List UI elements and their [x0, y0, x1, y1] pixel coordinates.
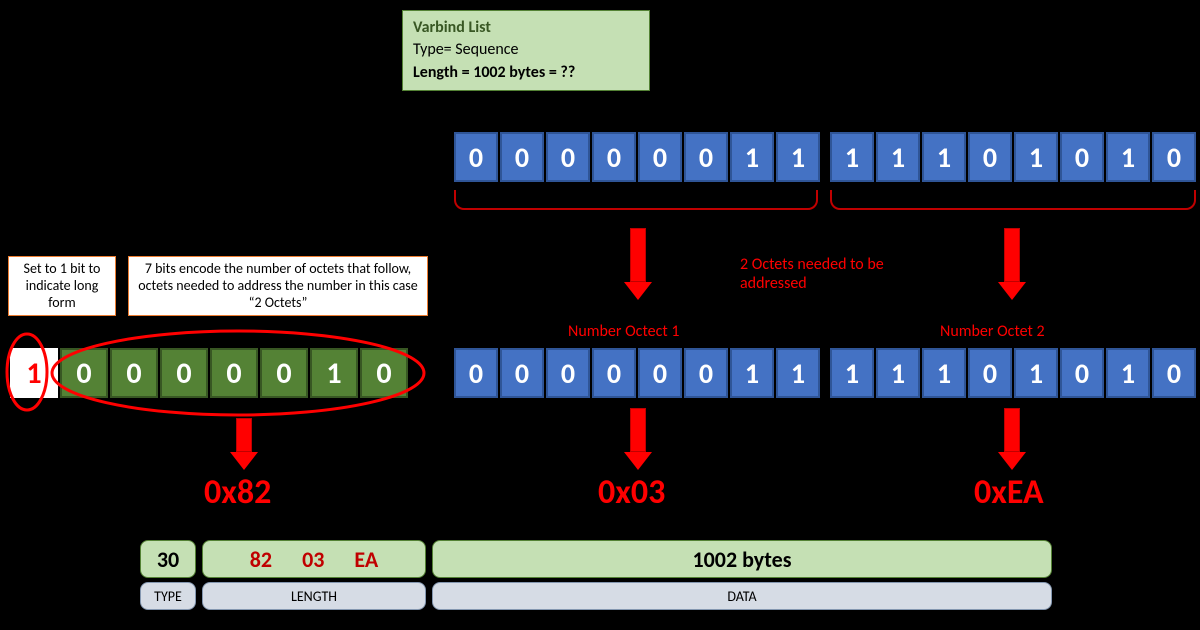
bit-cell: 1	[1106, 348, 1150, 398]
bit-cell: 1	[1014, 348, 1058, 398]
arrow-blue2-down	[1004, 408, 1020, 452]
bit-cell: 0	[1152, 132, 1196, 182]
varbind-type: Type= Sequence	[413, 39, 639, 61]
bit-cell: 0	[592, 348, 636, 398]
bit-cell: 0	[546, 348, 590, 398]
bit-cell: 0	[592, 132, 636, 182]
bit-cell: 1	[1106, 132, 1150, 182]
bit-cell: 0	[684, 348, 728, 398]
tlv-values-row: 30 82 03 EA 1002 bytes	[140, 540, 1052, 578]
ellipse-seven-bits-icon	[48, 326, 428, 420]
arrow-head-icon	[998, 452, 1026, 470]
brace-octet1	[454, 190, 818, 210]
varbind-length: Length = 1002 bytes = ??	[413, 62, 639, 84]
bits-octet1-top: 0 0 0 0 0 0 1 1	[454, 132, 820, 182]
hex-82: 0x82	[204, 472, 271, 513]
bit-cell: 1	[1014, 132, 1058, 182]
bit-cell: 1	[876, 348, 920, 398]
bit-cell: 0	[968, 348, 1012, 398]
bit-cell: 1	[730, 132, 774, 182]
num-octet-1-label: Number Octect 1	[568, 322, 679, 341]
bit-cell: 1	[830, 132, 874, 182]
hex-ea: 0xEA	[974, 472, 1044, 513]
tlv-length-value: 82 03 EA	[202, 540, 426, 578]
len-byte-2: 03	[302, 546, 324, 573]
bit-cell: 1	[730, 348, 774, 398]
hex-03: 0x03	[598, 472, 665, 513]
bit-cell: 1	[830, 348, 874, 398]
bit-cell: 1	[922, 348, 966, 398]
bit-cell: 1	[776, 348, 820, 398]
tlv-type-label: TYPE	[140, 582, 196, 610]
note-long-form: Set to 1 bit to indicate long form	[8, 256, 116, 316]
arrow-octet2-down	[1004, 228, 1020, 282]
arrow-head-icon	[624, 282, 652, 300]
bit-cell: 0	[638, 348, 682, 398]
bit-cell: 1	[876, 132, 920, 182]
arrow-head-icon	[998, 282, 1026, 300]
two-octets-needed-label: 2 Octets needed to be addressed	[740, 255, 910, 293]
bit-cell: 0	[1152, 348, 1196, 398]
bit-cell: 1	[922, 132, 966, 182]
varbind-title: Varbind List	[413, 17, 639, 39]
arrow-blue1-down	[630, 408, 646, 452]
bit-cell: 0	[1060, 132, 1104, 182]
bit-cell: 0	[546, 132, 590, 182]
bit-cell: 0	[638, 132, 682, 182]
len-byte-3: EA	[354, 546, 378, 573]
arrow-octet1-down	[630, 228, 646, 282]
note-seven-bits: 7 bits encode the number of octets that …	[128, 256, 428, 316]
bit-cell: 0	[968, 132, 1012, 182]
bit-cell: 0	[500, 132, 544, 182]
circle-msb-icon	[2, 330, 52, 414]
tlv-length-label: LENGTH	[202, 582, 426, 610]
varbind-list-box: Varbind List Type= Sequence Length = 100…	[402, 10, 650, 91]
bit-cell: 0	[454, 348, 498, 398]
bit-cell: 0	[454, 132, 498, 182]
bits-octet1-bottom: 0 0 0 0 0 0 1 1	[454, 348, 820, 398]
arrow-green-down	[236, 418, 252, 452]
num-octet-2-label: Number Octet 2	[940, 322, 1045, 341]
bits-octet2-top: 1 1 1 0 1 0 1 0	[830, 132, 1196, 182]
tlv-data-label: DATA	[432, 582, 1052, 610]
tlv-type-value: 30	[140, 540, 196, 578]
len-byte-1: 82	[250, 546, 272, 573]
arrow-head-icon	[624, 452, 652, 470]
arrow-head-icon	[230, 452, 258, 470]
bits-octet2-bottom: 1 1 1 0 1 0 1 0	[830, 348, 1196, 398]
tlv-labels-row: TYPE LENGTH DATA	[140, 582, 1052, 610]
tlv-data-value: 1002 bytes	[432, 540, 1052, 578]
bit-cell: 0	[684, 132, 728, 182]
brace-octet2	[830, 190, 1196, 210]
bit-cell: 0	[1060, 348, 1104, 398]
bit-cell: 0	[500, 348, 544, 398]
bit-cell: 1	[776, 132, 820, 182]
